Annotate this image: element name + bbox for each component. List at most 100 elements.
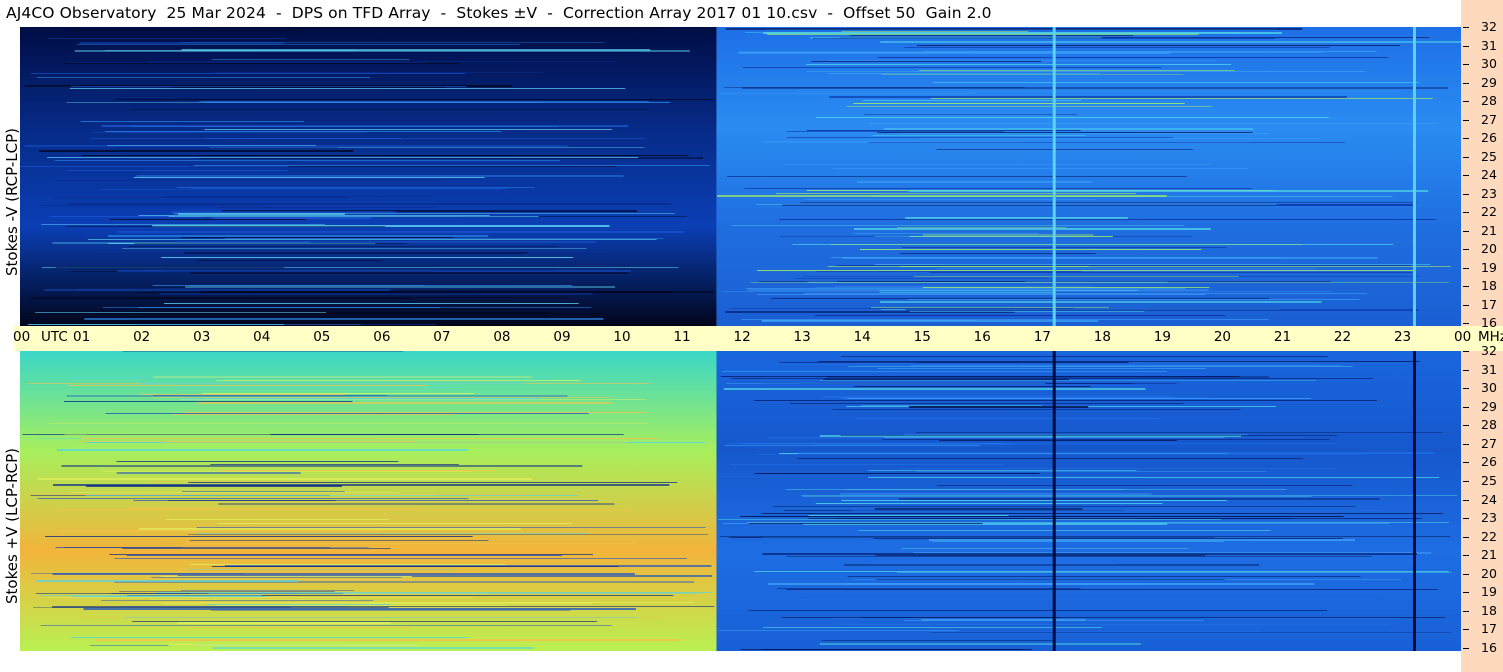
top-streak	[905, 217, 1128, 219]
hour-tick-label: 18	[1093, 329, 1111, 345]
top-streak	[107, 235, 489, 237]
bottom-mhz-tick	[1463, 555, 1469, 557]
bottom-streak	[48, 423, 648, 424]
bottom-streak	[153, 376, 532, 378]
bottom-streak	[868, 470, 1137, 471]
bottom-streak	[798, 452, 1435, 454]
bottom-mhz-tick-label: 26	[1481, 454, 1497, 470]
top-streak	[812, 38, 1276, 39]
bottom-streak	[718, 519, 1221, 520]
top-streak	[193, 165, 710, 166]
bottom-streak	[726, 383, 1046, 384]
top-vertical-line-1	[1412, 27, 1416, 326]
bottom-streak	[215, 605, 507, 606]
bottom-mhz-tick	[1463, 610, 1469, 612]
top-streak	[212, 217, 372, 219]
top-streak	[81, 155, 689, 156]
top-streak	[115, 147, 338, 149]
bottom-streak	[36, 478, 532, 480]
top-streak	[897, 133, 1270, 134]
top-streak	[722, 291, 1332, 292]
top-streak	[194, 27, 669, 28]
bottom-streak	[61, 465, 583, 467]
top-streak	[742, 67, 1162, 68]
top-mhz-tick	[1463, 82, 1469, 84]
bottom-streak	[121, 606, 346, 607]
top-streak	[109, 219, 306, 220]
bottom-streak	[220, 470, 496, 471]
bottom-streak	[848, 366, 1353, 367]
top-streak	[185, 286, 616, 288]
top-streak	[204, 102, 670, 103]
top-streak	[884, 128, 1254, 130]
bottom-streak	[37, 498, 469, 499]
top-streak	[20, 166, 289, 167]
bottom-mhz-tick	[1463, 592, 1469, 594]
top-mhz-tick	[1463, 323, 1469, 324]
top-streak	[908, 190, 1429, 192]
hour-tick-label: 12	[733, 329, 751, 345]
hour-tick-label: 17	[1033, 329, 1051, 345]
bottom-mhz-tick-label: 28	[1481, 417, 1497, 433]
top-streak	[827, 73, 1100, 74]
top-streak	[55, 267, 285, 268]
top-streak	[867, 142, 1346, 143]
bottom-streak	[874, 508, 1083, 510]
bottom-streak	[724, 445, 981, 446]
bottom-streak	[832, 618, 1401, 619]
hour-tick-label: 09	[553, 329, 571, 345]
bottom-streak	[60, 509, 628, 511]
top-streak	[224, 238, 664, 239]
bottom-streak	[802, 496, 1312, 497]
bottom-mhz-tick	[1463, 648, 1469, 649]
top-mhz-tick	[1463, 249, 1469, 250]
top-streak	[69, 88, 626, 89]
bottom-streak	[777, 588, 1081, 589]
top-streak	[212, 59, 410, 60]
bottom-mhz-tick-label: 23	[1481, 510, 1497, 526]
bottom-streak	[77, 617, 664, 618]
bottom-streak	[77, 441, 415, 442]
hour-tick-label: 07	[433, 329, 451, 345]
bottom-streak	[116, 461, 399, 462]
top-streak	[127, 246, 558, 247]
bottom-streak	[748, 610, 1327, 611]
top-streak	[79, 42, 284, 44]
bottom-mhz-tick-label: 25	[1481, 472, 1497, 488]
top-streak	[162, 269, 555, 271]
bottom-mhz-tick-label: 22	[1481, 528, 1497, 544]
bottom-streak	[150, 397, 609, 398]
top-streak	[134, 243, 407, 244]
bottom-streak	[155, 592, 711, 593]
bottom-streak	[819, 643, 1141, 645]
top-mhz-tick-label: 32	[1481, 19, 1497, 34]
bottom-streak	[836, 518, 1292, 519]
bottom-streak	[182, 491, 345, 492]
top-streak	[930, 272, 1416, 273]
top-streak	[80, 121, 304, 122]
bottom-streak	[40, 595, 262, 596]
top-streak	[105, 131, 502, 132]
hour-tick-label: 21	[1273, 329, 1292, 345]
bottom-streak	[186, 627, 412, 628]
bottom-streak	[847, 576, 1361, 577]
top-streak	[171, 87, 446, 88]
bottom-mhz-tick-label: 19	[1481, 584, 1497, 600]
top-mhz-tick-label: 22	[1481, 204, 1497, 219]
bottom-mhz-tick	[1463, 369, 1469, 371]
bottom-streak	[754, 400, 1377, 401]
bottom-streak	[161, 538, 488, 539]
top-streak	[54, 160, 561, 161]
bottom-streak	[858, 530, 1271, 531]
bottom-streak	[896, 572, 1452, 573]
bottom-streak	[875, 555, 1206, 556]
top-panel-ylabel: Stokes -V (RCP-LCP)	[3, 128, 21, 276]
bottom-streak	[162, 603, 593, 604]
top-streak	[836, 265, 1412, 266]
utc-time-axis: 00 UTC 01 02 03 04 05 06 07 08 09 10 11 12 13 14 15 16 17 1…	[13, 326, 1503, 351]
top-streak	[787, 131, 1004, 132]
top-streak	[902, 247, 1227, 248]
top-streak	[829, 96, 1348, 98]
top-mhz-tick-label: 26	[1481, 130, 1497, 145]
top-streak	[66, 62, 426, 63]
